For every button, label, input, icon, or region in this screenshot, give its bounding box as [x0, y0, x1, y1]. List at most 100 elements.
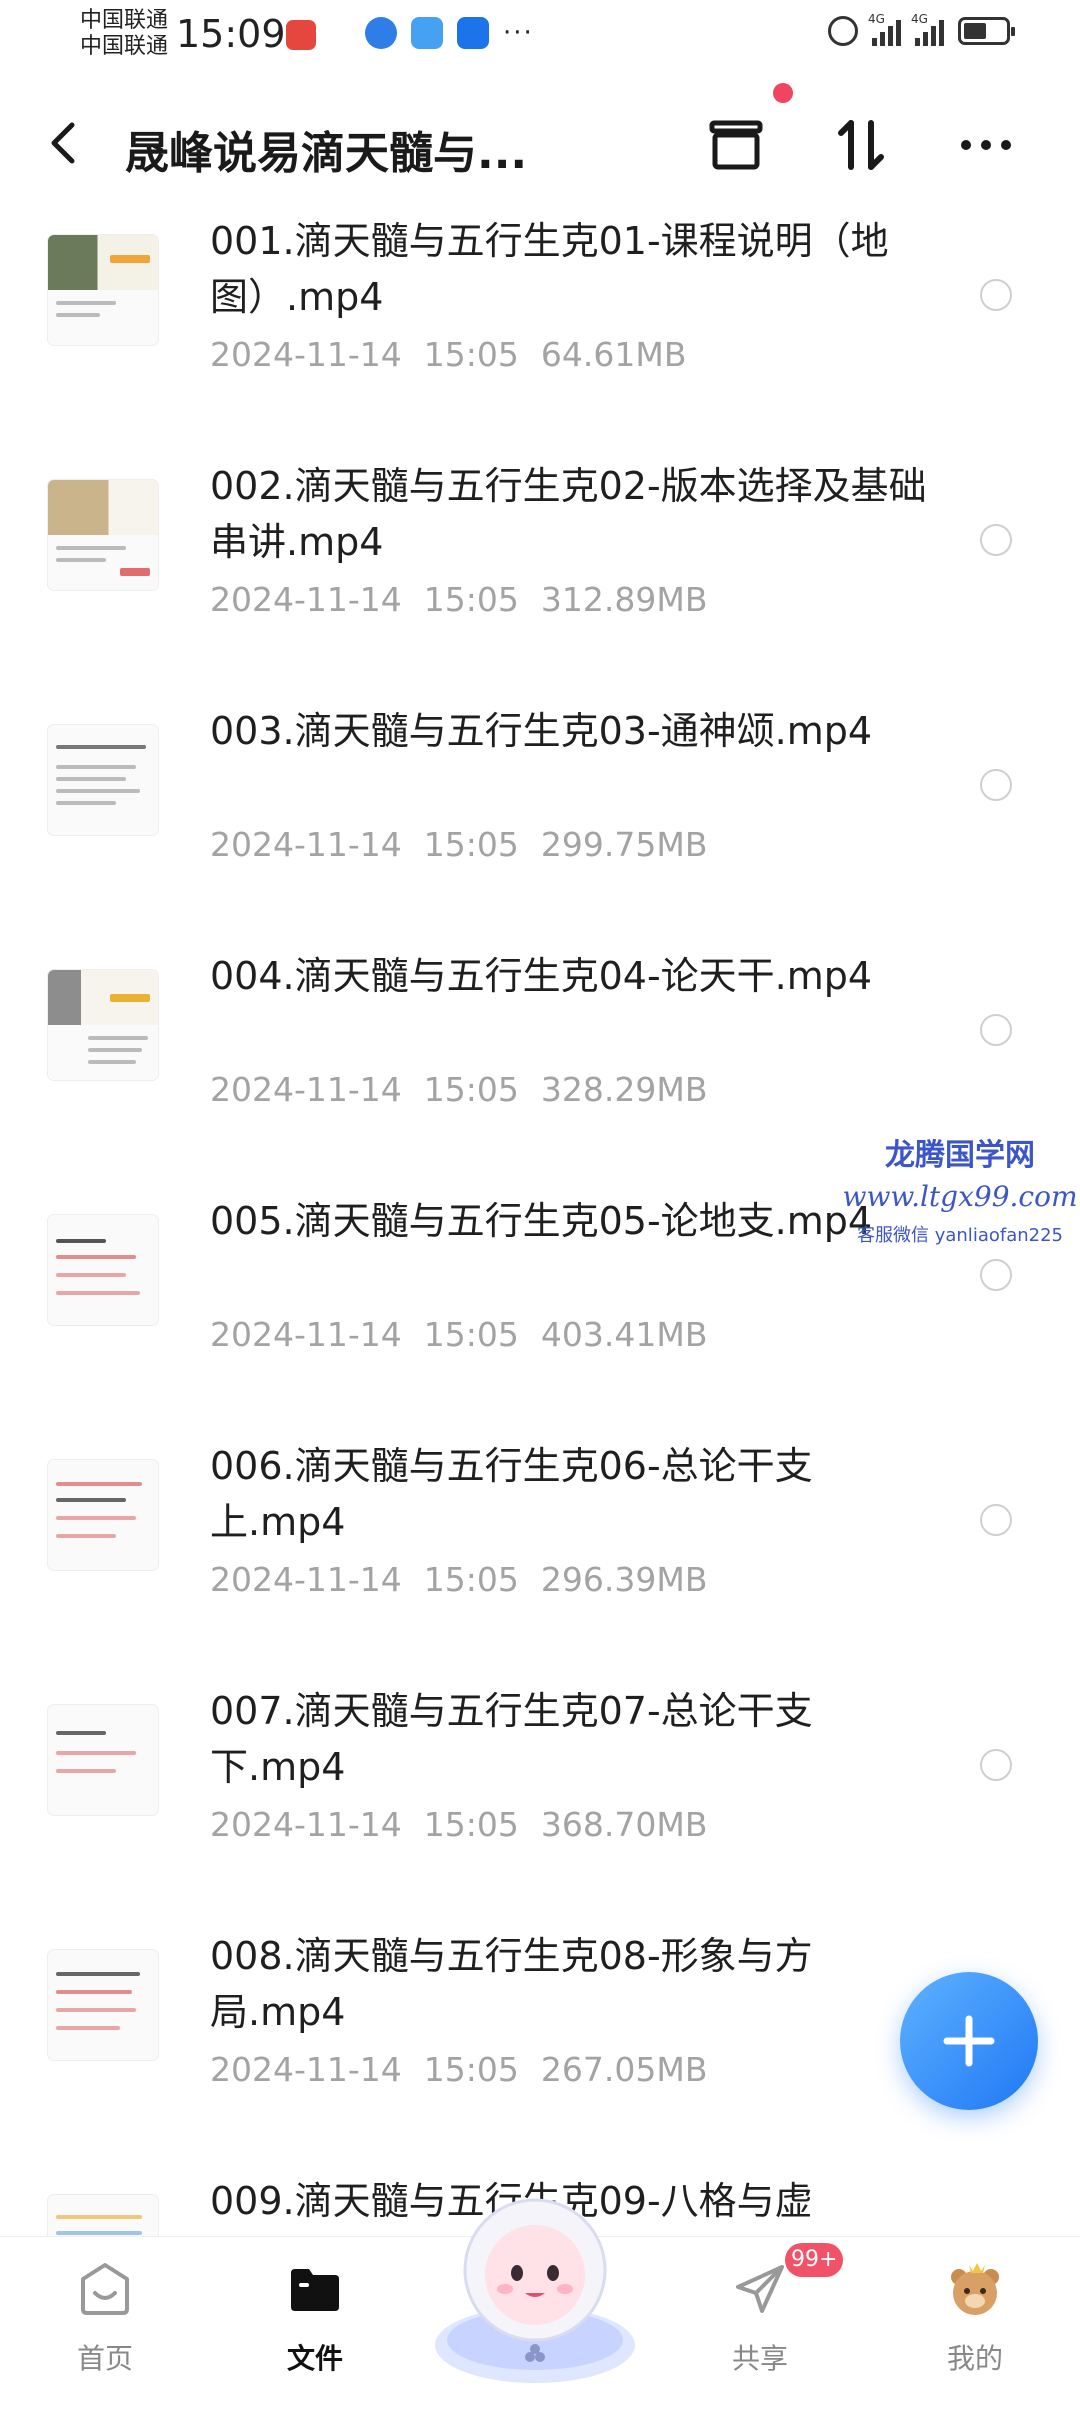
- file-date: 2024-11-14: [210, 1560, 402, 1599]
- status-bar: 中国联通 中国联通 15:09 ··· 4G 4G: [0, 0, 1080, 80]
- file-size: 296.39MB: [540, 1560, 708, 1599]
- file-time: 15:05: [423, 1315, 519, 1354]
- select-radio[interactable]: [980, 1749, 1012, 1781]
- watermark-url: www.ltgx99.com: [842, 1180, 1078, 1213]
- carrier-1: 中国联通: [80, 8, 169, 33]
- archive-button[interactable]: [700, 109, 772, 181]
- file-meta: 2024-11-14 15:05 328.29MB: [210, 1070, 729, 1109]
- file-time: 15:05: [423, 2050, 519, 2089]
- video-thumbnail: [48, 1215, 158, 1325]
- signal-icon-2: 4G: [911, 12, 944, 46]
- nav-files-label: 文件: [286, 2342, 343, 2375]
- folder-icon: [291, 2269, 339, 2311]
- sort-button[interactable]: [825, 109, 897, 181]
- file-size: 299.75MB: [540, 825, 708, 864]
- select-radio[interactable]: [980, 1259, 1012, 1291]
- file-meta: 2024-11-14 15:05 403.41MB: [210, 1315, 729, 1354]
- file-name: 007.滴天髓与五行生克07-总论干支下.mp4: [210, 1689, 813, 1789]
- notification-icons: ···: [365, 17, 534, 49]
- select-radio[interactable]: [980, 769, 1012, 801]
- nav-share-label: 共享: [731, 2342, 788, 2375]
- file-time: 15:05: [423, 1805, 519, 1844]
- nav-mine[interactable]: 我的: [900, 2237, 1050, 2401]
- nav-home-label: 首页: [76, 2342, 133, 2375]
- astronaut-mascot-icon: [435, 2198, 635, 2383]
- more-icon: [961, 140, 1011, 150]
- file-name: 003.滴天髓与五行生克03-通神颂.mp4: [210, 709, 873, 753]
- file-date: 2024-11-14: [210, 825, 402, 864]
- file-time: 15:05: [423, 1070, 519, 1109]
- select-radio[interactable]: [980, 1504, 1012, 1536]
- notification-dot: [773, 83, 793, 103]
- carrier-labels: 中国联通 中国联通: [80, 8, 168, 60]
- file-size: 312.89MB: [540, 580, 708, 619]
- video-thumbnail: [48, 725, 158, 835]
- nav-share[interactable]: 99+ 共享: [685, 2237, 844, 2401]
- video-thumbnail: [48, 235, 158, 345]
- list-item[interactable]: 003.滴天髓与五行生克03-通神颂.mp4 2024-11-14 15:05 29…: [0, 695, 1080, 940]
- back-button[interactable]: [44, 115, 94, 175]
- watermark-title: 龙腾国学网: [885, 1138, 1035, 1173]
- file-name: 008.滴天髓与五行生克08-形象与方局.mp4: [210, 1934, 813, 2034]
- file-size: 267.05MB: [540, 2050, 708, 2089]
- file-size: 403.41MB: [540, 1315, 708, 1354]
- list-item[interactable]: 006.滴天髓与五行生克06-总论干支上.mp4 2024-11-14 15:05…: [0, 1430, 1080, 1675]
- file-meta: 2024-11-14 15:05 64.61MB: [210, 335, 708, 374]
- video-thumbnail: [48, 1950, 158, 2060]
- battery-icon: [958, 17, 1015, 45]
- header: 晟峰说易滴天髓与...: [0, 83, 1080, 195]
- page-title: 晟峰说易滴天髓与...: [125, 128, 528, 179]
- weather-icon: [411, 17, 443, 49]
- file-time: 15:05: [423, 1560, 519, 1599]
- add-button[interactable]: [900, 1972, 1038, 2110]
- file-name: 002.滴天髓与五行生克02-版本选择及基础串讲.mp4: [210, 464, 927, 564]
- app-icon: [457, 17, 489, 49]
- more-notifications-icon: ···: [503, 18, 534, 48]
- file-meta: 2024-11-14 15:05 299.75MB: [210, 825, 729, 864]
- mascot-button[interactable]: [425, 2175, 645, 2390]
- video-thumbnail: [48, 1460, 158, 1570]
- file-date: 2024-11-14: [210, 1315, 402, 1354]
- file-date: 2024-11-14: [210, 335, 402, 374]
- clock: 15:09: [176, 12, 286, 56]
- file-date: 2024-11-14: [210, 2050, 402, 2089]
- nav-files[interactable]: 文件: [240, 2237, 390, 2401]
- file-date: 2024-11-14: [210, 1070, 402, 1109]
- send-icon: [736, 2265, 784, 2313]
- file-meta: 2024-11-14 15:05 312.89MB: [210, 580, 729, 619]
- file-time: 15:05: [423, 825, 519, 864]
- sort-icon: [838, 120, 884, 170]
- video-thumbnail: [48, 1705, 158, 1815]
- list-item[interactable]: 007.滴天髓与五行生克07-总论干支下.mp4 2024-11-14 15:05…: [0, 1675, 1080, 1920]
- more-button[interactable]: [950, 109, 1022, 181]
- file-meta: 2024-11-14 15:05 368.70MB: [210, 1805, 729, 1844]
- select-radio[interactable]: [980, 279, 1012, 311]
- share-badge: 99+: [785, 2243, 844, 2277]
- file-meta: 2024-11-14 15:05 296.39MB: [210, 1560, 729, 1599]
- app-notification-icon: [286, 20, 316, 50]
- file-name: 001.滴天髓与五行生克01-课程说明（地图）.mp4: [210, 219, 889, 319]
- browser-icon: [365, 17, 397, 49]
- list-item[interactable]: 002.滴天髓与五行生克02-版本选择及基础串讲.mp4 2024-11-14 1…: [0, 450, 1080, 695]
- bear-avatar-icon: [951, 2263, 999, 2315]
- video-thumbnail: [48, 480, 158, 590]
- file-name: 004.滴天髓与五行生克04-论天干.mp4: [210, 954, 873, 998]
- list-item[interactable]: 001.滴天髓与五行生克01-课程说明（地图）.mp4 2024-11-14 15…: [0, 205, 1080, 450]
- file-time: 15:05: [423, 580, 519, 619]
- select-radio[interactable]: [980, 1014, 1012, 1046]
- file-size: 328.29MB: [540, 1070, 708, 1109]
- file-meta: 2024-11-14 15:05 267.05MB: [210, 2050, 729, 2089]
- watermark-contact: 客服微信 yanliaofan225: [857, 1225, 1063, 1246]
- archive-icon: [709, 120, 763, 170]
- home-icon: [81, 2263, 129, 2315]
- signal-icon: 4G: [868, 12, 901, 46]
- file-name: 006.滴天髓与五行生克06-总论干支上.mp4: [210, 1444, 813, 1544]
- nav-mine-label: 我的: [946, 2342, 1003, 2375]
- file-date: 2024-11-14: [210, 1805, 402, 1844]
- select-radio[interactable]: [980, 524, 1012, 556]
- nav-home[interactable]: 首页: [30, 2237, 180, 2401]
- system-icons: 4G 4G: [828, 12, 1015, 46]
- file-time: 15:05: [423, 335, 519, 374]
- carrier-2: 中国联通: [80, 34, 169, 59]
- file-date: 2024-11-14: [210, 580, 402, 619]
